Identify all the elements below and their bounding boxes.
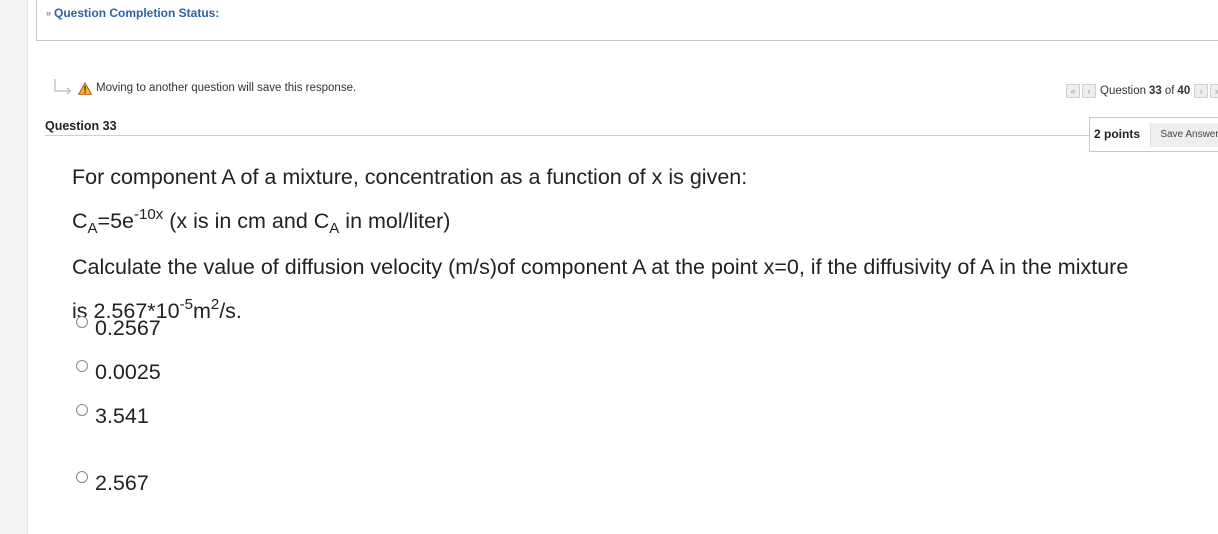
completion-status-toggle[interactable]: » Question Completion Status: [46, 6, 219, 20]
points-panel: 2 points Save Answer [1089, 117, 1218, 152]
question-line-4: is 2.567*10-5m2/s. [72, 286, 1212, 330]
answer-option[interactable]: 0.2567 [76, 314, 161, 341]
question-header: Question 33 [45, 118, 1218, 136]
answer-option[interactable]: 3.541 [76, 402, 149, 429]
first-question-button[interactable]: « [1066, 84, 1080, 98]
answer-option[interactable]: 2.567 [76, 469, 149, 496]
current-question-number: 33 [1149, 85, 1162, 97]
total-question-count: 40 [1177, 85, 1191, 97]
answer-option-label: 2.567 [95, 471, 149, 495]
diffusivity-exponent: -5 [179, 296, 193, 313]
answer-option-label: 3.541 [95, 404, 149, 428]
return-arrow-icon [54, 79, 72, 95]
answer-option[interactable]: 0.0025 [76, 358, 161, 385]
diffusivity-unit: m [192, 299, 211, 323]
last-question-button[interactable]: » [1210, 84, 1218, 98]
radio-button[interactable] [76, 360, 88, 372]
question-position-prefix: Question [1100, 85, 1147, 97]
radio-button[interactable] [76, 316, 88, 328]
answer-option-label: 0.0025 [95, 360, 161, 384]
units-text: (x is in cm and C [163, 209, 330, 233]
question-line-3: Calculate the value of diffusion velocit… [72, 255, 1129, 279]
chevron-down-icon: » [46, 8, 52, 18]
concentration-symbol: C [72, 209, 88, 233]
concentration-subscript-2: A [329, 220, 340, 237]
save-answer-button[interactable]: Save Answer [1150, 123, 1218, 147]
unit-exponent: 2 [210, 296, 220, 313]
question-position-separator: of [1164, 85, 1175, 97]
diffusivity-unit-end: /s. [219, 299, 242, 323]
left-sidebar-rail [0, 0, 28, 534]
question-text: For component A of a mixture, concentrat… [72, 158, 1212, 330]
question-points: 2 points [1094, 127, 1141, 141]
save-warning-text: Moving to another question will save thi… [96, 82, 357, 94]
exponent: -10x [134, 206, 164, 223]
units-text-end: in mol/liter) [339, 209, 451, 233]
radio-button[interactable] [76, 404, 88, 416]
previous-question-button[interactable]: ‹ [1082, 84, 1096, 98]
warning-icon [78, 81, 92, 95]
question-line-1: For component A of a mixture, concentrat… [72, 165, 748, 189]
completion-status-label: Question Completion Status: [54, 6, 220, 20]
radio-button[interactable] [76, 471, 88, 483]
question-title: Question 33 [45, 119, 117, 133]
next-question-button[interactable]: › [1194, 84, 1209, 98]
save-warning: Moving to another question will save thi… [52, 78, 356, 98]
equation-text: =5e [97, 209, 135, 233]
answer-option-label: 0.2567 [95, 316, 161, 340]
question-line-2: CA=5e-10x (x is in cm and CA in mol/lite… [72, 196, 1212, 248]
question-position: Question 33 of 40 [1100, 85, 1190, 97]
question-navigator: « ‹ Question 33 of 40 › » [1066, 84, 1218, 98]
concentration-subscript: A [87, 220, 98, 237]
question-completion-status-panel: » Question Completion Status: [36, 0, 1218, 41]
